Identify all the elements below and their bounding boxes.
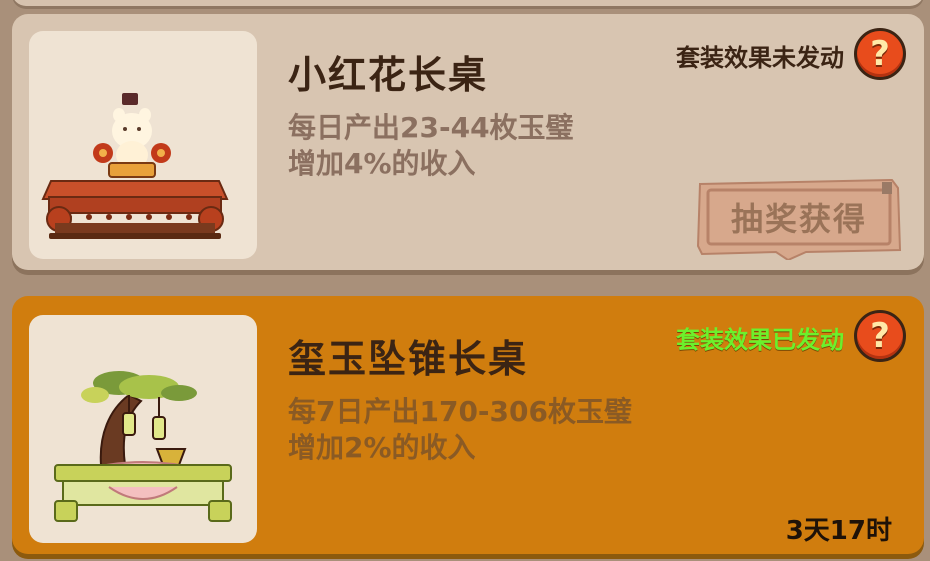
- set-effect-status: 套装效果已发动: [676, 326, 844, 354]
- question-mark-icon: ?: [870, 34, 890, 74]
- help-button[interactable]: ?: [854, 310, 906, 362]
- help-button[interactable]: ?: [854, 28, 906, 80]
- item-description: 每日产出23-44枚玉璧 增加4%的收入: [288, 110, 638, 182]
- remaining-time: 3天17时: [785, 516, 892, 546]
- question-mark-icon: ?: [870, 316, 890, 356]
- item-description: 每7日产出170-306枚玉璧 增加2%的收入: [288, 394, 638, 466]
- output-text: 每日产出23-44枚玉璧: [288, 111, 574, 144]
- lottery-obtain-label: 抽奖获得: [730, 200, 867, 238]
- item-thumbnail: [29, 31, 257, 259]
- furniture-list: 小红花长桌 每日产出23-44枚玉璧 增加4%的收入 套装效果未发动 ? 抽奖获…: [0, 0, 930, 561]
- item-thumbnail: [29, 315, 257, 543]
- item-title: 玺玉坠锥长桌: [288, 337, 529, 381]
- set-effect-status: 套装效果未发动: [676, 44, 844, 72]
- previous-card-edge: [12, 0, 924, 6]
- income-bonus-text: 增加4%的收入: [288, 147, 476, 180]
- output-text: 每7日产出170-306枚玉璧: [288, 395, 632, 428]
- furniture-card-1[interactable]: 小红花长桌 每日产出23-44枚玉璧 增加4%的收入 套装效果未发动 ? 抽奖获…: [12, 14, 924, 270]
- furniture-card-2[interactable]: 玺玉坠锥长桌 每7日产出170-306枚玉璧 增加2%的收入 套装效果已发动 ?…: [12, 296, 924, 554]
- red-flower-table-icon: [41, 93, 229, 239]
- jade-pendant-table-icon: [54, 371, 232, 522]
- lottery-obtain-button[interactable]: 抽奖获得: [696, 178, 902, 260]
- income-bonus-text: 增加2%的收入: [288, 431, 476, 464]
- item-title: 小红花长桌: [288, 53, 489, 97]
